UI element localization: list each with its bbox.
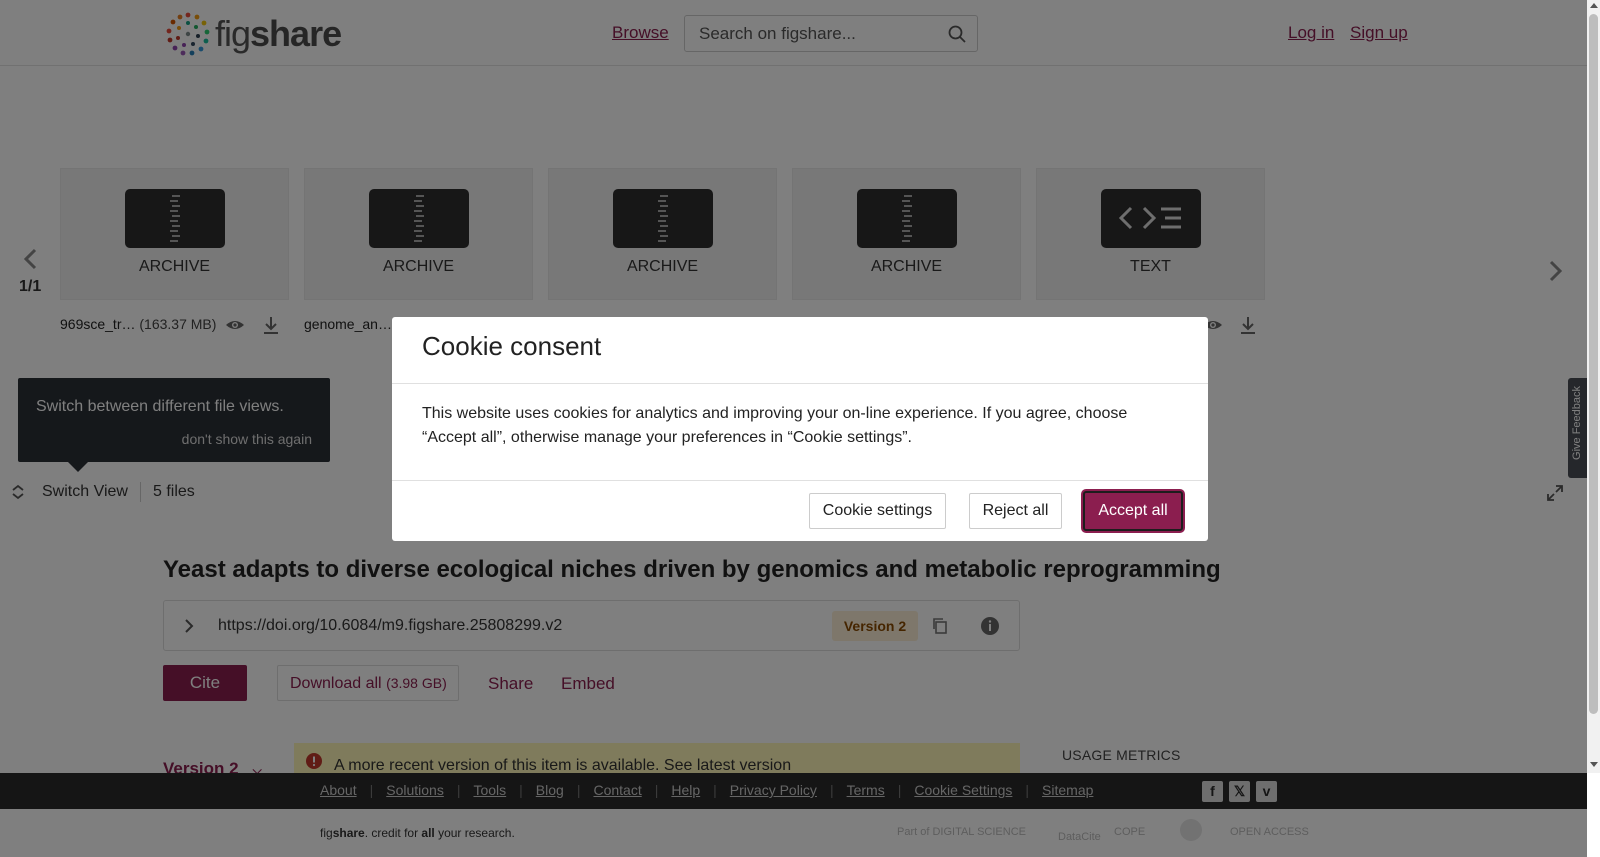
cookie-dialog-title: Cookie consent [422, 331, 602, 361]
cookie-consent-dialog: Cookie consent This website uses cookies… [392, 317, 1208, 541]
accept-all-button[interactable]: Accept all [1083, 491, 1183, 531]
scroll-down-arrow-icon[interactable] [1590, 762, 1598, 767]
page-scrollbar[interactable] [1587, 0, 1600, 773]
cookie-dialog-body: This website uses cookies for analytics … [422, 405, 1128, 446]
cookie-settings-button[interactable]: Cookie settings [809, 493, 946, 529]
scroll-thumb[interactable] [1589, 14, 1598, 714]
scroll-up-arrow-icon[interactable] [1590, 3, 1598, 8]
reject-all-button[interactable]: Reject all [969, 493, 1062, 529]
